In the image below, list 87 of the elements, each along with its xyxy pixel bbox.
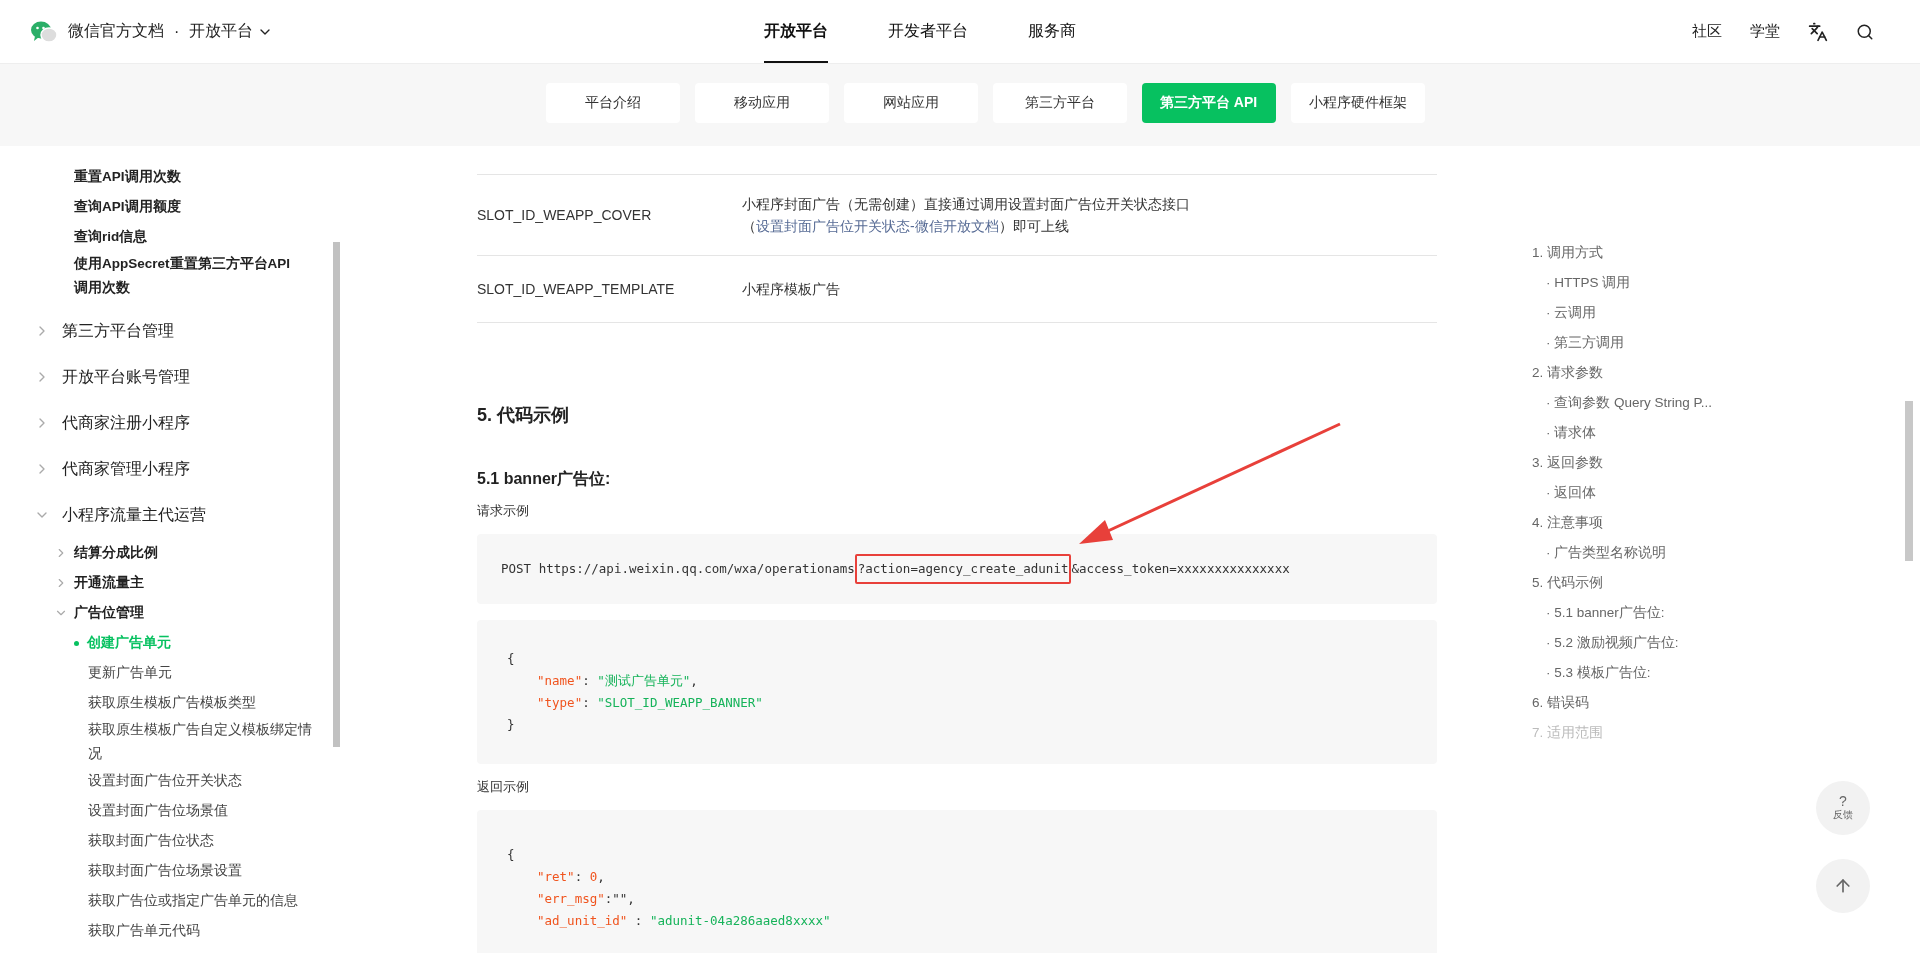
- toc-link[interactable]: · 5.2 激励视频广告位:: [1532, 628, 1920, 658]
- code-text: &access_token=xxxxxxxxxxxxxxx: [1071, 560, 1290, 578]
- subnav-tab[interactable]: 网站应用: [843, 83, 978, 123]
- scrollbar-thumb[interactable]: [333, 242, 340, 747]
- json-key: "err_msg": [537, 888, 605, 910]
- sidebar-item[interactable]: 广告位管理: [74, 601, 144, 625]
- toc-link[interactable]: · 查询参数 Query String P...: [1532, 388, 1920, 418]
- code-text: :: [574, 868, 584, 886]
- header-link[interactable]: 学堂: [1750, 22, 1780, 41]
- header-link[interactable]: 社区: [1692, 22, 1722, 41]
- toc-link[interactable]: · 返回体: [1532, 478, 1920, 508]
- highlight-box: ?action=agency_create_adunit: [854, 554, 1072, 584]
- search-icon[interactable]: [1856, 22, 1874, 41]
- code-text: {: [507, 650, 515, 668]
- nav-tab[interactable]: 开发者平台: [888, 0, 968, 63]
- sidebar-item[interactable]: 开放平台账号管理: [62, 366, 190, 388]
- subnav-tab[interactable]: 移动应用: [694, 83, 829, 123]
- toc-link[interactable]: 2. 请求参数: [1532, 358, 1920, 388]
- feedback-button[interactable]: ? 反馈: [1816, 781, 1870, 835]
- sidebar-item[interactable]: 查询rid信息: [74, 225, 148, 249]
- page-scrollbar-thumb[interactable]: [1905, 401, 1913, 561]
- sidebar-item[interactable]: 获取原生模板广告自定义模板绑定情况: [88, 718, 318, 766]
- table-cell-text: 小程序封面广告（无需创建）直接通过调用设置封面广告位开关状态接口（设置封面广告位开关状态-微信开放文档）即可上线: [742, 195, 1191, 236]
- code-text: POST https://api.weixin.qq.com/wxa/operationams: [501, 560, 855, 578]
- toc-link[interactable]: 5. 代码示例: [1532, 568, 1920, 598]
- sidebar-item[interactable]: 设置封面广告位场景值: [88, 799, 228, 823]
- sidebar-item[interactable]: 代商家管理小程序: [62, 458, 190, 480]
- toc-link[interactable]: · 5.1 banner广告位:: [1532, 598, 1920, 628]
- section-heading: 5. 代码示例: [477, 404, 570, 427]
- logo-icon: [30, 19, 58, 44]
- sidebar-item[interactable]: 获取封面广告位状态: [88, 829, 214, 853]
- example-label: 返回示例: [477, 778, 530, 796]
- json-key: "name": [537, 670, 583, 692]
- table-cell-text: SLOT_ID_WEAPP_COVER: [477, 206, 653, 225]
- code-text: ,: [690, 672, 698, 690]
- separator-dot: ·: [174, 22, 180, 41]
- sidebar-item[interactable]: 开通流量主: [74, 571, 144, 595]
- sidebar-item[interactable]: 获取原生模板广告模板类型: [88, 691, 256, 715]
- json-string: "测试广告单元": [597, 672, 691, 690]
- toc-link[interactable]: 6. 错误码: [1532, 688, 1920, 718]
- sidebar-item[interactable]: 查询API调用额度: [74, 195, 181, 219]
- sidebar-item[interactable]: 获取封面广告位场景设置: [88, 859, 242, 883]
- toc-link[interactable]: · HTTPS 调用: [1532, 268, 1920, 298]
- code-text: {: [507, 846, 515, 864]
- sidebar-item[interactable]: 设置封面广告位开关状态: [88, 769, 242, 793]
- toc-link[interactable]: · 5.3 模板广告位:: [1532, 658, 1920, 688]
- table-cell-text: 小程序模板广告: [742, 280, 841, 299]
- subnav-tab[interactable]: 第三方平台: [992, 83, 1127, 123]
- code-text: }: [507, 716, 515, 734]
- toc-link[interactable]: · 广告类型名称说明: [1532, 538, 1920, 568]
- sidebar-item[interactable]: 获取广告单元代码: [88, 919, 200, 943]
- example-label: 请求示例: [477, 502, 530, 520]
- site-title: 微信官方文档: [68, 21, 164, 41]
- toc-link[interactable]: 1. 调用方式: [1532, 238, 1920, 268]
- json-key: "ret": [537, 866, 575, 888]
- sidebar-item[interactable]: 重置API调用次数: [74, 165, 181, 189]
- subsection-heading: 5.1 banner广告位:: [477, 469, 612, 489]
- code-text: ,: [597, 868, 605, 886]
- toc-link[interactable]: · 云调用: [1532, 298, 1920, 328]
- sidebar-item[interactable]: 获取广告位或指定广告单元的信息: [88, 889, 298, 913]
- toc-link[interactable]: 3. 返回参数: [1532, 448, 1920, 478]
- nav-tab[interactable]: 服务商: [1028, 0, 1076, 63]
- subnav-tab[interactable]: 平台介绍: [545, 83, 680, 123]
- toc-link[interactable]: 4. 注意事项: [1532, 508, 1920, 538]
- sidebar-item[interactable]: 结算分成比例: [74, 541, 158, 565]
- json-key: "type": [537, 692, 583, 714]
- sidebar-item[interactable]: 小程序流量主代运营: [62, 504, 206, 526]
- code-text: :: [633, 912, 644, 930]
- json-number: 0: [589, 868, 598, 886]
- sidebar-item[interactable]: 第三方平台管理: [62, 320, 174, 342]
- table-cell-text: SLOT_ID_WEAPP_TEMPLATE: [477, 280, 676, 299]
- subnav-tab[interactable]: 小程序硬件框架: [1290, 83, 1425, 123]
- sidebar-item[interactable]: 代商家注册小程序: [62, 412, 190, 434]
- json-key: "ad_unit_id": [537, 910, 628, 932]
- code-text: :: [582, 672, 591, 690]
- code-text: :"",: [604, 890, 635, 908]
- json-string: "SLOT_ID_WEAPP_BANNER": [597, 694, 763, 712]
- doc-link[interactable]: 设置封面广告位开关状态-微信开放文档: [756, 218, 999, 234]
- sidebar-item[interactable]: 更新广告单元: [88, 661, 172, 685]
- toc-link[interactable]: · 请求体: [1532, 418, 1920, 448]
- selected-dot: [74, 640, 79, 646]
- json-string: "adunit-04a286aaed8xxxx": [649, 912, 831, 930]
- translate-icon[interactable]: [1808, 21, 1828, 42]
- platform-dropdown[interactable]: 开放平台: [189, 21, 274, 42]
- toc-link[interactable]: · 第三方调用: [1532, 328, 1920, 358]
- sidebar-item[interactable]: 使用AppSecret重置第三方平台API调用次数: [74, 252, 304, 300]
- code-text: :: [582, 694, 591, 712]
